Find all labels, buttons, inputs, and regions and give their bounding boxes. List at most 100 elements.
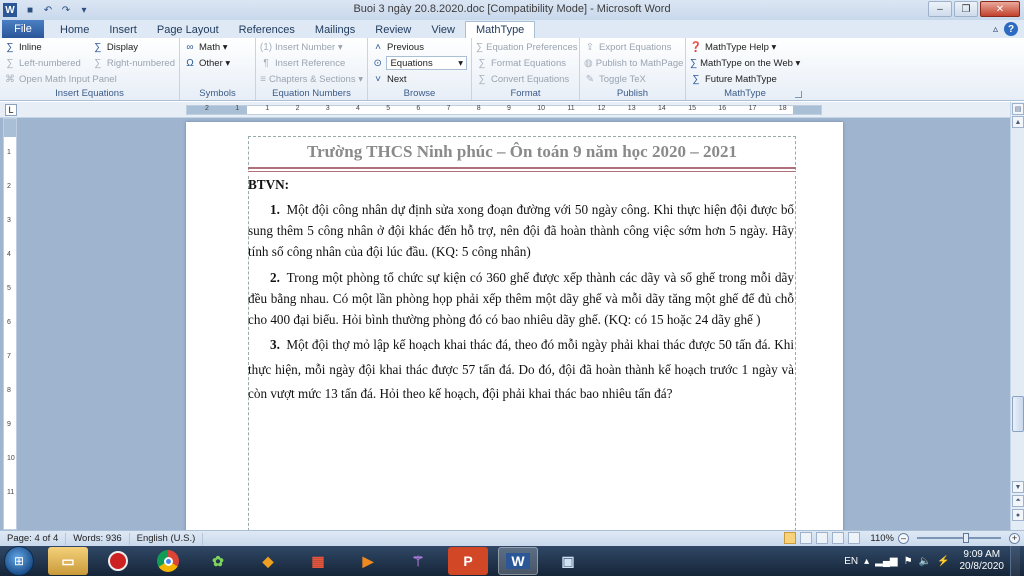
- document-page[interactable]: Trường THCS Ninh phúc – Ôn toán 9 năm họ…: [186, 122, 843, 530]
- document-area[interactable]: 1 2 3 4 5 6 7 8 9 10 11 Trường THCS Ninh phúc – Ôn…: [0, 118, 1010, 530]
- future-mathtype-button[interactable]: ∑ Future MathType: [690, 71, 800, 87]
- outline-view-icon[interactable]: [832, 532, 845, 544]
- word-count[interactable]: Words: 936: [66, 532, 130, 545]
- clock[interactable]: 9:09 AM 20/8/2020: [960, 549, 1005, 573]
- ribbon-tabs: File Home Insert Page Layout References …: [0, 20, 1024, 38]
- tab-insert[interactable]: Insert: [99, 21, 147, 38]
- tab-selector[interactable]: L: [5, 104, 17, 116]
- language-status[interactable]: English (U.S.): [130, 532, 204, 545]
- ribbon-mathtype: ∑ Inline ∑ Left-numbered ∑ Display ∑ Right-n…: [0, 38, 1024, 101]
- web-layout-icon[interactable]: [816, 532, 829, 544]
- tab-references[interactable]: References: [229, 21, 305, 38]
- toolbox-icon[interactable]: ▦: [298, 547, 338, 575]
- equation-preferences-button[interactable]: ∑ Equation Preferences: [476, 39, 578, 55]
- insert-number-dropdown[interactable]: (1) Insert Number ▾: [260, 39, 363, 55]
- ruler-track[interactable]: 2 1 1 2 3 4 5 6 7 8 9 10 11 12 13 14 15 16 17 18: [186, 105, 822, 115]
- purple-app-icon[interactable]: ⚚: [398, 547, 438, 575]
- tray-expand-icon[interactable]: ▴: [864, 556, 869, 567]
- tab-view[interactable]: View: [421, 21, 465, 38]
- display-button[interactable]: ∑ Display: [92, 39, 175, 55]
- window-thumbnail-icon[interactable]: ▣: [548, 547, 588, 575]
- scroll-down-icon[interactable]: ▼: [1012, 481, 1024, 493]
- unikey-icon[interactable]: ◆: [248, 547, 288, 575]
- print-layout-view-icon[interactable]: [784, 532, 797, 544]
- select-browse-object-icon[interactable]: ●: [1012, 509, 1024, 521]
- green-app-icon[interactable]: ✿: [198, 547, 238, 575]
- other-symbols-dropdown[interactable]: Ω Other ▾: [184, 55, 251, 71]
- undo-icon[interactable]: ↶: [41, 3, 55, 17]
- right-numbered-button[interactable]: ∑ Right-numbered: [92, 55, 175, 71]
- save-icon[interactable]: ■: [23, 3, 37, 17]
- powerpoint-icon[interactable]: P: [448, 547, 488, 575]
- volume-icon[interactable]: 🔈: [919, 556, 931, 567]
- insert-reference-button[interactable]: ¶ Insert Reference: [260, 55, 363, 71]
- draft-view-icon[interactable]: [848, 532, 861, 544]
- zoom-in-icon[interactable]: +: [1009, 532, 1020, 544]
- tab-mathtype[interactable]: MathType: [465, 21, 536, 38]
- open-math-input-panel-button[interactable]: ⌘ Open Math Input Panel: [4, 71, 175, 87]
- toggle-tex-button[interactable]: ✎ Toggle TeX: [584, 71, 681, 87]
- tab-page-layout[interactable]: Page Layout: [147, 21, 229, 38]
- publish-to-mathpage-button[interactable]: ◍ Publish to MathPage: [584, 55, 683, 71]
- group-label: Browse: [403, 88, 436, 99]
- restore-button[interactable]: ❐: [954, 1, 978, 17]
- media-record-icon[interactable]: [98, 547, 138, 575]
- tab-review[interactable]: Review: [365, 21, 421, 38]
- left-numbered-button[interactable]: ∑ Left-numbered: [4, 55, 86, 71]
- format-equations-button[interactable]: ∑ Format Equations: [476, 55, 575, 71]
- chapters-sections-dropdown[interactable]: ≡ Chapters & Sections ▾: [260, 71, 363, 87]
- word-app-icon[interactable]: W: [3, 3, 17, 17]
- globe-icon: ◍: [584, 57, 593, 69]
- group-label: Format: [510, 88, 541, 99]
- vertical-ruler-number: 6: [7, 319, 11, 326]
- vertical-scrollbar[interactable]: ▤ ▲ ▼ ⏶ ●: [1010, 102, 1024, 530]
- window-title: Buoi 3 ngày 20.8.2020.doc [Compatibility…: [353, 3, 671, 15]
- language-indicator[interactable]: EN: [844, 556, 858, 567]
- page-count[interactable]: Page: 4 of 4: [0, 532, 67, 545]
- convert-equations-button[interactable]: ∑ Convert Equations: [476, 71, 575, 87]
- ruler-toggle-icon[interactable]: ▤: [1012, 103, 1024, 115]
- zoom-level[interactable]: 110%: [870, 533, 894, 544]
- previous-page-icon[interactable]: ⏶: [1012, 495, 1024, 507]
- show-desktop-button[interactable]: [1010, 546, 1020, 576]
- previous-button[interactable]: ˄ Previous: [372, 39, 467, 55]
- minimize-button[interactable]: –: [928, 1, 952, 17]
- future-icon: ∑: [692, 73, 700, 85]
- scroll-up-icon[interactable]: ▲: [1012, 116, 1024, 128]
- tab-home[interactable]: Home: [50, 21, 99, 38]
- export-equations-button[interactable]: ⇪ Export Equations: [584, 39, 681, 55]
- close-button[interactable]: ✕: [980, 1, 1020, 17]
- math-symbols-dropdown[interactable]: ∞ Math ▾: [184, 39, 251, 55]
- redo-icon[interactable]: ↷: [59, 3, 73, 17]
- zoom-slider[interactable]: [917, 533, 1001, 543]
- problem-1: 1. Một đội công nhân dự định sửa xong đo…: [248, 199, 794, 262]
- minimize-ribbon-icon[interactable]: ▵: [993, 24, 998, 35]
- number-icon: (1): [259, 41, 273, 53]
- ruler-number: 14: [658, 105, 666, 112]
- tab-file[interactable]: File: [2, 20, 44, 38]
- word-taskbar-icon[interactable]: W: [498, 547, 538, 575]
- zoom-slider-knob[interactable]: [963, 533, 969, 543]
- scroll-thumb[interactable]: [1012, 396, 1024, 432]
- tab-mailings[interactable]: Mailings: [305, 21, 365, 38]
- chrome-icon[interactable]: [148, 547, 188, 575]
- problem-text: Một đội thợ mỏ lập kế hoạch khai thác đá…: [248, 337, 794, 401]
- network-signal-icon[interactable]: ▂▄▆: [875, 556, 897, 567]
- help-icon[interactable]: ?: [1004, 22, 1018, 36]
- media-player-icon[interactable]: ▶: [348, 547, 388, 575]
- mathtype-help-dropdown[interactable]: ❓ MathType Help ▾: [690, 39, 800, 55]
- start-button[interactable]: ⊞: [4, 546, 34, 576]
- action-center-flag-icon[interactable]: ⚑: [904, 556, 913, 567]
- full-screen-reading-icon[interactable]: [800, 532, 813, 544]
- ruler-number: 10: [537, 105, 545, 112]
- dialog-launcher-icon[interactable]: [795, 91, 802, 98]
- explorer-icon[interactable]: ▭: [48, 547, 88, 575]
- inline-button[interactable]: ∑ Inline: [4, 39, 86, 55]
- zoom-out-icon[interactable]: –: [898, 532, 909, 544]
- browse-type-select[interactable]: Equations ▾: [386, 56, 467, 70]
- next-button[interactable]: ˅ Next: [372, 71, 467, 87]
- customize-qat-icon[interactable]: ▾: [77, 3, 91, 17]
- document-body[interactable]: BTVN: 1. Một đội công nhân dự định sửa x…: [248, 176, 794, 407]
- power-icon[interactable]: ⚡: [937, 556, 949, 567]
- mathtype-on-web-dropdown[interactable]: ∑ MathType on the Web ▾: [690, 55, 800, 71]
